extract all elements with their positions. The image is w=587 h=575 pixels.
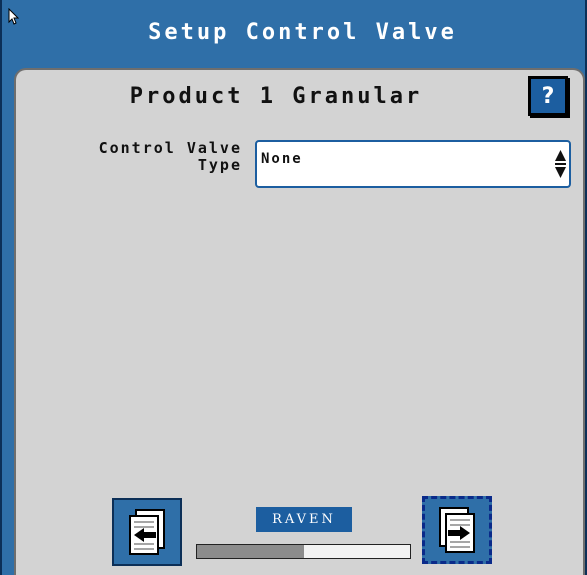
main-panel: Product 1 Granular ? Control Valve Type … <box>14 68 585 575</box>
next-button[interactable] <box>421 495 493 565</box>
help-button[interactable]: ? <box>528 76 568 116</box>
window-frame: Setup Control Valve Product 1 Granular ?… <box>0 0 587 575</box>
back-button[interactable] <box>112 498 182 566</box>
control-valve-type-label: Control Valve Type <box>52 140 242 174</box>
control-valve-type-select[interactable]: None <box>255 140 571 188</box>
label-line-2: Type <box>197 156 242 174</box>
raven-logo: RAVEN <box>256 507 352 532</box>
progress-fill <box>197 545 304 558</box>
mouse-cursor-icon <box>8 8 20 25</box>
window-title: Setup Control Valve <box>148 19 457 45</box>
label-line-1: Control Valve <box>98 139 242 157</box>
progress-bar <box>196 544 411 559</box>
up-down-arrows-icon[interactable] <box>554 146 567 182</box>
page-back-icon <box>129 509 165 555</box>
page-next-icon <box>439 507 475 553</box>
select-value: None <box>261 151 303 167</box>
help-icon: ? <box>541 83 555 109</box>
product-title: Product 1 Granular <box>129 84 423 109</box>
